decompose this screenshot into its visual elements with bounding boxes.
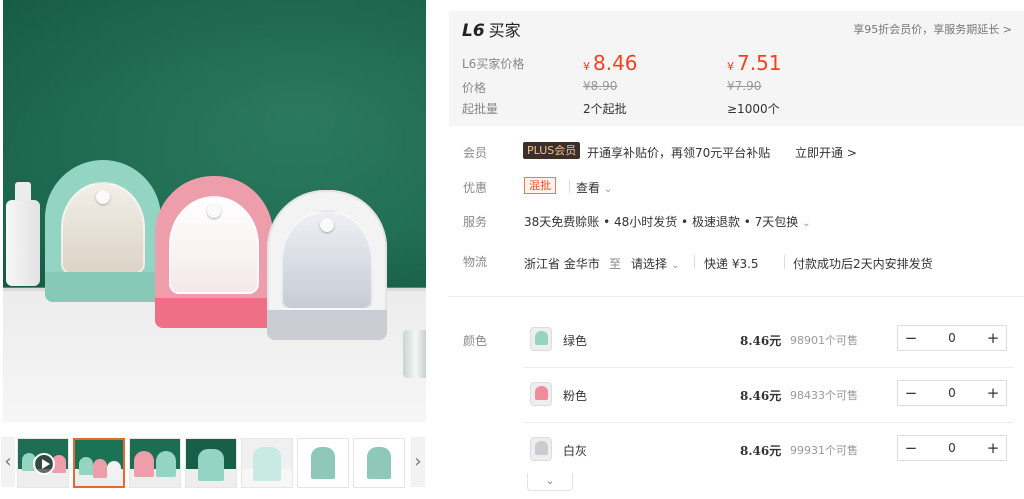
thumbnail-image[interactable]	[185, 438, 237, 488]
promo-label: 优惠	[463, 181, 488, 195]
thumbnail-image[interactable]	[73, 438, 125, 488]
thumbnail-image[interactable]	[353, 438, 405, 488]
sku-stock: 98901个可售	[790, 334, 858, 347]
quantity-input[interactable]: 0	[924, 326, 980, 350]
chevron-down-icon: ⌄	[802, 218, 811, 229]
activate-member-link[interactable]: 立即开通 >	[795, 144, 857, 161]
product-gallery: ‹ ›	[0, 0, 430, 499]
decrease-button[interactable]: −	[898, 436, 924, 460]
image-jar	[403, 330, 426, 378]
image-pink-box	[155, 176, 273, 328]
sku-name: 绿色	[563, 334, 588, 348]
dispatch-time: 付款成功后2天内安排发货	[793, 257, 933, 271]
sku-price: 8.46元	[740, 389, 782, 403]
divider	[569, 179, 570, 193]
quantity-input[interactable]: 0	[924, 381, 980, 405]
price-label: L6买家价格	[462, 57, 525, 71]
ship-to-label: 至	[609, 257, 622, 271]
sku-price: 8.46元	[740, 334, 782, 348]
quantity-stepper: − 0 +	[897, 325, 1007, 351]
image-gray-box	[267, 190, 387, 340]
color-label: 颜色	[463, 334, 488, 348]
ship-origin: 浙江省 金华市	[524, 257, 600, 271]
mixed-batch-tag: 混批	[524, 177, 556, 194]
sku-stock: 99931个可售	[790, 444, 858, 457]
sku-stock: 98433个可售	[790, 389, 858, 402]
member-offer-text: 开通享补贴价，再领70元平台补贴	[587, 146, 771, 160]
sku-name: 白灰	[563, 444, 588, 458]
chevron-down-icon: ⌄	[545, 474, 555, 487]
image-green-box	[45, 160, 161, 302]
tier-original-price: ¥8.90	[583, 79, 618, 93]
service-dropdown[interactable]: 38天免费赊账 • 48小时发货 • 极速退款 • 7天包换 ⌄	[524, 213, 811, 230]
quantity-stepper: − 0 +	[897, 435, 1007, 461]
sku-row-gray: 白灰 8.46元 99931个可售 − 0 +	[524, 435, 1024, 465]
increase-button[interactable]: +	[980, 436, 1006, 460]
thumbnail-image[interactable]	[297, 438, 349, 488]
buyer-tier-title: L6 买家	[462, 21, 521, 41]
tier-price: ¥8.46	[583, 51, 638, 75]
original-price-label: 价格	[462, 81, 487, 95]
plus-member-badge: PLUS会员	[523, 142, 581, 159]
price-panel: L6 买家 享95折会员价，享服务期延长 > L6买家价格 价格 起批量 ¥8.4…	[449, 11, 1024, 126]
promo-view-dropdown[interactable]: 查看 ⌄	[576, 179, 612, 196]
logistics-label: 物流	[463, 255, 488, 269]
quantity-stepper: − 0 +	[897, 380, 1007, 406]
thumbnail-prev-button[interactable]: ‹	[1, 437, 15, 487]
divider	[694, 255, 695, 269]
sku-row-pink: 粉色 8.46元 98433个可售 − 0 +	[524, 380, 1024, 410]
play-icon	[33, 453, 55, 475]
thumbnail-strip: ‹ ›	[0, 434, 430, 490]
sku-row-green: 绿色 8.46元 98901个可售 − 0 +	[524, 325, 1024, 355]
main-product-image[interactable]	[3, 0, 426, 422]
member-benefit-link[interactable]: 享95折会员价，享服务期延长 >	[853, 21, 1012, 37]
thumbnail-next-button[interactable]: ›	[411, 437, 425, 487]
image-bottle	[6, 182, 40, 286]
quantity-input[interactable]: 0	[924, 436, 980, 460]
destination-select[interactable]: 请选择 ⌄	[631, 255, 679, 272]
expand-sku-button[interactable]: ⌄	[527, 473, 573, 491]
decrease-button[interactable]: −	[898, 381, 924, 405]
tier-moq: ≥1000个	[727, 102, 780, 116]
chevron-down-icon: ⌄	[671, 260, 680, 271]
product-info: L6 买家 享95折会员价，享服务期延长 > L6买家价格 价格 起批量 ¥8.4…	[449, 0, 1024, 499]
decrease-button[interactable]: −	[898, 326, 924, 350]
tier-moq: 2个起批	[583, 102, 627, 116]
sku-price: 8.46元	[740, 444, 782, 458]
thumbnail-image[interactable]	[129, 438, 181, 488]
row-divider	[524, 422, 1014, 423]
section-divider	[449, 296, 1024, 297]
thumbnail-image[interactable]	[241, 438, 293, 488]
tier-price: ¥7.51	[727, 51, 782, 75]
service-label: 服务	[463, 215, 488, 229]
divider	[784, 255, 785, 269]
row-divider	[524, 367, 1014, 368]
increase-button[interactable]: +	[980, 326, 1006, 350]
increase-button[interactable]: +	[980, 381, 1006, 405]
tier-original-price: ¥7.90	[727, 79, 762, 93]
sku-swatch[interactable]	[530, 327, 552, 351]
chevron-down-icon: ⌄	[604, 184, 613, 195]
sku-swatch[interactable]	[530, 437, 552, 461]
moq-label: 起批量	[462, 102, 499, 116]
shipping-fee: 快递 ¥3.5	[704, 257, 759, 271]
member-label: 会员	[463, 146, 488, 160]
sku-swatch[interactable]	[530, 382, 552, 406]
thumbnail-video[interactable]	[17, 438, 69, 488]
sku-name: 粉色	[563, 389, 588, 403]
